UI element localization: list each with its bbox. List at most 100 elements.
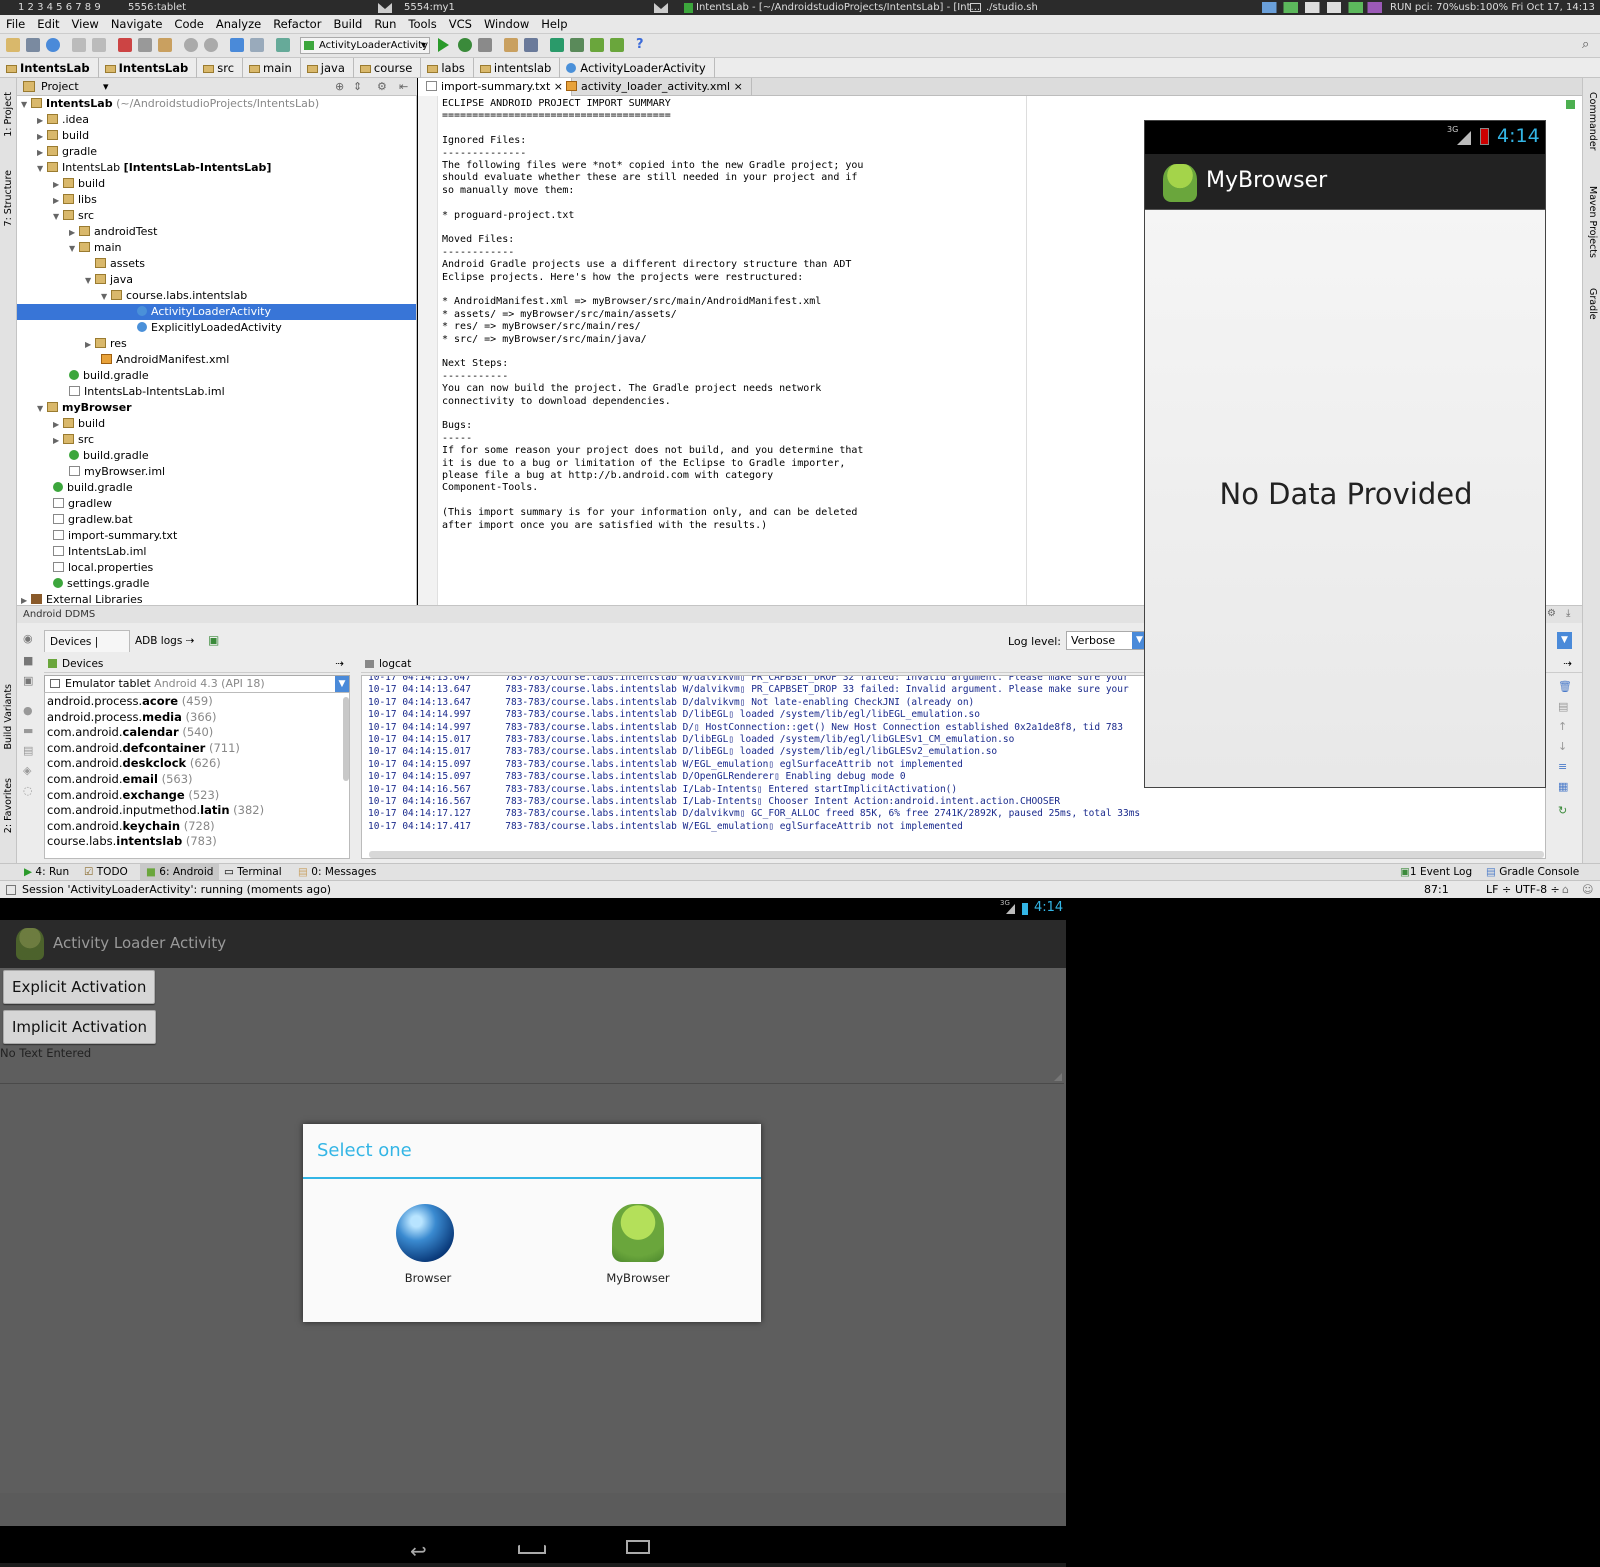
commander-tool-tab[interactable]: Commander xyxy=(1587,92,1598,151)
expand-arrow-icon[interactable]: ▼ xyxy=(21,97,31,113)
cut-icon[interactable] xyxy=(118,38,132,52)
menu-help[interactable]: Help xyxy=(535,15,573,34)
menu-window[interactable]: Window xyxy=(478,15,535,34)
tree-node[interactable]: ▶ build xyxy=(17,416,416,433)
tree-node[interactable]: ▶ External Libraries xyxy=(17,592,416,605)
copy-icon[interactable] xyxy=(138,38,152,52)
collapse-all-icon[interactable]: ⇕ xyxy=(353,78,362,96)
expand-arrow-icon[interactable]: ▶ xyxy=(69,225,79,241)
log-line[interactable]: 10-17 04:14:16.567 783-783/course.labs.i… xyxy=(368,796,1060,808)
tree-node[interactable]: ▶ build xyxy=(17,176,416,193)
menu-build[interactable]: Build xyxy=(327,15,368,34)
tree-node[interactable]: IntentsLab-IntentsLab.iml xyxy=(17,384,416,400)
tree-node[interactable]: ▶ res xyxy=(17,336,416,352)
tree-node[interactable]: ▶ build xyxy=(17,128,416,144)
menu-run[interactable]: Run xyxy=(368,15,402,34)
redo-icon[interactable] xyxy=(92,38,106,52)
scroll-from-source-icon[interactable]: ⊕ xyxy=(335,78,344,96)
tab-android[interactable]: ■ 6: Android xyxy=(140,864,220,881)
process-item[interactable]: com.android.keychain (728) xyxy=(47,818,215,834)
tree-node[interactable]: ExplicitlyLoadedActivity xyxy=(17,320,416,336)
expand-arrow-icon[interactable]: ▶ xyxy=(37,145,47,161)
close-icon[interactable]: × xyxy=(734,80,743,93)
search-everywhere-icon[interactable]: ⌕ xyxy=(1582,37,1589,52)
expand-arrow-icon[interactable]: ▼ xyxy=(85,273,95,289)
gear-icon[interactable]: ⚙ xyxy=(1547,608,1556,619)
tree-node[interactable]: gradlew.bat xyxy=(17,512,416,528)
tree-node[interactable]: build.gradle xyxy=(17,368,416,384)
tree-node[interactable]: IntentsLab.iml xyxy=(17,544,416,560)
tree-node[interactable]: gradlew xyxy=(17,496,416,512)
gradle-sync-icon[interactable] xyxy=(550,38,564,52)
tree-node[interactable]: assets xyxy=(17,256,416,272)
process-item[interactable]: com.android.inputmethod.latin (382) xyxy=(47,802,264,818)
build-variants-tool-tab[interactable]: Build Variants xyxy=(3,684,14,750)
expand-arrow-icon[interactable]: ▼ xyxy=(37,401,47,417)
tree-node-intentslab-root[interactable]: ▼ IntentsLab (~/AndroidstudioProjects/Int… xyxy=(17,96,416,113)
expand-arrow-icon[interactable]: ▼ xyxy=(37,161,47,177)
sync-icon[interactable] xyxy=(46,38,60,52)
gradle-tool-tab[interactable]: Gradle xyxy=(1587,288,1598,320)
process-item[interactable]: com.android.calendar (540) xyxy=(47,724,213,740)
log-line[interactable]: 10-17 04:14:15.097 783-783/course.labs.i… xyxy=(368,771,906,783)
menu-tools[interactable]: Tools xyxy=(402,15,442,34)
breadcrumb-item[interactable]: IntentsLab xyxy=(99,58,198,78)
print-icon[interactable]: ▦ xyxy=(1558,780,1568,793)
tree-node[interactable]: ▼ java xyxy=(17,272,416,289)
structure-tool-tab[interactable]: 7: Structure xyxy=(3,170,14,226)
window-title-terminal[interactable]: ./studio.sh xyxy=(986,0,1038,15)
make-project-icon[interactable] xyxy=(276,38,290,52)
lock-icon[interactable]: ⌂ xyxy=(1562,881,1569,899)
log-line[interactable]: 10-17 04:14:15.017 783-783/course.labs.i… xyxy=(368,746,997,758)
device-select[interactable]: Emulator tablet Android 4.3 (API 18) xyxy=(44,675,350,693)
log-line[interactable]: 10-17 04:14:15.097 783-783/course.labs.i… xyxy=(368,759,963,771)
breadcrumb-item[interactable]: IntentsLab xyxy=(0,58,99,78)
chevron-down-icon[interactable]: ▾ xyxy=(103,78,109,96)
menu-navigate[interactable]: Navigate xyxy=(105,15,169,34)
text-input[interactable]: No Text Entered xyxy=(0,1046,1064,1084)
tab-activity-loader-xml[interactable]: activity_loader_activity.xml × xyxy=(558,78,752,96)
menu-view[interactable]: View xyxy=(66,15,105,34)
down-arrow-icon[interactable]: ↓ xyxy=(1558,740,1567,753)
back-icon[interactable]: ↩ xyxy=(410,1539,427,1563)
implicit-activation-button[interactable]: Implicit Activation xyxy=(3,1010,157,1044)
log-line[interactable]: 10-17 04:14:14.997 783-783/course.labs.i… xyxy=(368,709,980,721)
stop-icon[interactable]: ■ xyxy=(23,654,33,667)
maven-tool-tab[interactable]: Maven Projects xyxy=(1587,186,1598,258)
tab-event-log[interactable]: ▣1 Event Log xyxy=(1400,864,1472,881)
log-line[interactable]: 10-17 04:14:13.647 783-783/course.labs.i… xyxy=(368,676,1129,684)
expand-arrow-icon[interactable]: ▶ xyxy=(53,177,63,193)
log-line[interactable]: 10-17 04:14:16.567 783-783/course.labs.i… xyxy=(368,784,957,796)
tree-node[interactable]: build.gradle xyxy=(17,448,416,464)
tree-node[interactable]: ▼ src xyxy=(17,208,416,224)
tree-node[interactable]: ▶ androidTest xyxy=(17,224,416,241)
run-config-select[interactable]: ActivityLoaderActivity ▾ xyxy=(300,37,430,54)
soft-wrap-icon[interactable]: ≡ xyxy=(1558,760,1567,773)
process-item[interactable]: com.android.exchange (523) xyxy=(47,787,219,803)
tab-run[interactable]: ▶ 4: Run xyxy=(24,864,69,881)
tree-node-selected[interactable]: ActivityLoaderActivity xyxy=(17,304,416,320)
tool-windows-icon[interactable] xyxy=(6,885,16,895)
tab-terminal[interactable]: ▭ Terminal xyxy=(224,864,282,881)
log-line[interactable]: 10-17 04:14:15.017 783-783/course.labs.i… xyxy=(368,734,1014,746)
tree-node[interactable]: myBrowser.iml xyxy=(17,464,416,480)
tab-gradle-console[interactable]: ▤ Gradle Console xyxy=(1486,864,1579,881)
expand-arrow-icon[interactable]: ▼ xyxy=(69,241,79,257)
home-icon[interactable] xyxy=(518,1540,546,1554)
breadcrumb-item[interactable]: course xyxy=(354,58,422,78)
tree-node[interactable]: ▼ course.labs.intentslab xyxy=(17,288,416,304)
cause-gc-icon[interactable]: ◈ xyxy=(23,764,31,777)
breadcrumb-item[interactable]: intentslab xyxy=(474,58,561,78)
tab-todo[interactable]: ☑ TODO xyxy=(84,864,128,881)
screen-capture-icon[interactable]: ▣ xyxy=(23,674,33,687)
breadcrumb-item[interactable]: main xyxy=(243,58,301,78)
tree-node[interactable]: settings.gradle xyxy=(17,576,416,592)
recents-icon[interactable] xyxy=(626,1540,650,1554)
window-title-my1[interactable]: 5554:my1 xyxy=(404,0,455,15)
restart-icon[interactable]: ↻ xyxy=(1558,804,1567,817)
menu-refactor[interactable]: Refactor xyxy=(267,15,327,34)
expand-arrow-icon[interactable]: ▶ xyxy=(53,417,63,433)
breadcrumb-item[interactable]: ActivityLoaderActivity xyxy=(560,58,715,78)
log-line[interactable]: 10-17 04:14:13.647 783-783/course.labs.i… xyxy=(368,684,1129,696)
project-tool-tab[interactable]: 1: Project xyxy=(3,92,14,137)
